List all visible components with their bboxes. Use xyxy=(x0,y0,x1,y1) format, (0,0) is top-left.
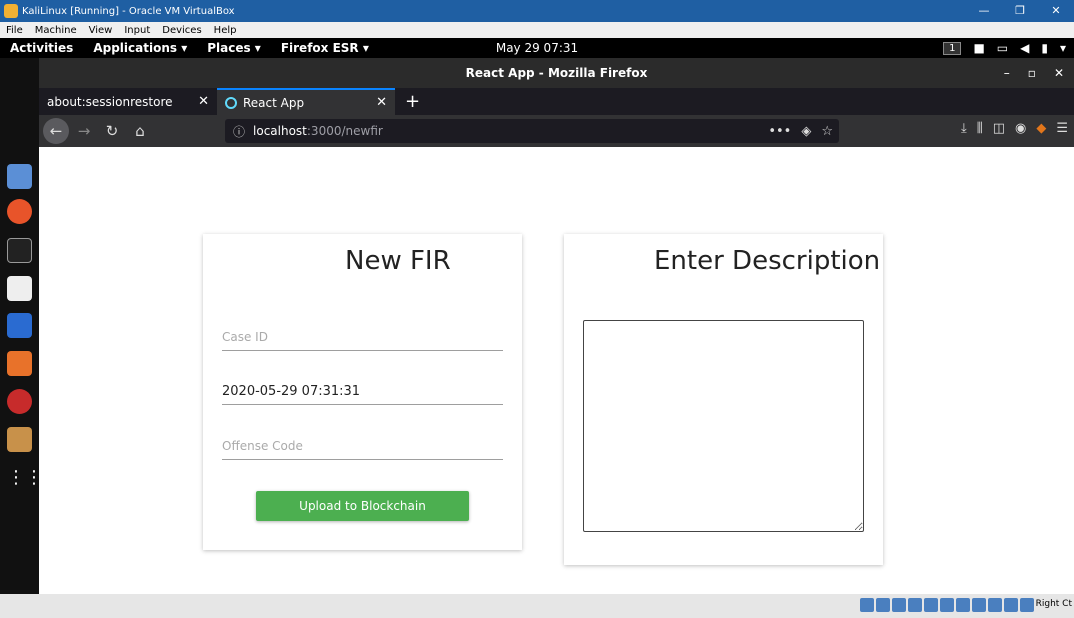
recording-icon[interactable] xyxy=(972,598,986,612)
gnome-topbar: Activities Applications ▾ Places ▾ Firef… xyxy=(0,38,1074,58)
page-actions-icon[interactable]: ••• xyxy=(768,124,791,139)
page-content: New FIR Case ID 2020-05-29 07:31:31 Offe… xyxy=(39,147,1074,594)
hamburger-menu-icon[interactable]: ☰ xyxy=(1056,121,1068,136)
clock[interactable]: May 29 07:31 xyxy=(496,41,578,55)
menu-file[interactable]: File xyxy=(0,25,29,36)
optical-drive-icon[interactable] xyxy=(876,598,890,612)
burpsuite-icon[interactable] xyxy=(7,351,32,376)
cpu-icon[interactable] xyxy=(988,598,1002,612)
activities-button[interactable]: Activities xyxy=(0,41,83,55)
firefox-icon[interactable] xyxy=(7,199,32,224)
library-icon[interactable]: ⫼ xyxy=(977,121,983,136)
tab-close-icon[interactable]: ✕ xyxy=(198,94,209,109)
shared-folders-icon[interactable] xyxy=(940,598,954,612)
text-editor-icon[interactable] xyxy=(7,276,32,301)
pocket-icon[interactable]: ◈ xyxy=(801,124,811,139)
description-card: Enter Description xyxy=(564,234,883,565)
display-icon[interactable]: ▭ xyxy=(997,41,1008,55)
vbox-titlebar: KaliLinux [Running] - Oracle VM VirtualB… xyxy=(0,0,1074,22)
host-key-label: Right Ct xyxy=(1035,599,1072,609)
chevron-down-icon[interactable]: ▾ xyxy=(1060,41,1066,55)
info-icon[interactable]: ⓘ xyxy=(233,123,245,140)
tab-close-icon[interactable]: ✕ xyxy=(376,95,387,110)
description-textarea[interactable] xyxy=(583,320,864,532)
cherrytree-icon[interactable] xyxy=(7,389,32,414)
menu-help[interactable]: Help xyxy=(208,25,243,36)
back-button[interactable]: ← xyxy=(43,118,69,144)
firefox-titlebar: React App - Mozilla Firefox – ▫ ✕ xyxy=(39,58,1074,88)
url-host: localhost xyxy=(253,124,307,138)
vbox-status-icons xyxy=(860,598,1034,612)
firefox-maximize-icon[interactable]: ▫ xyxy=(1028,58,1036,88)
new-tab-button[interactable]: + xyxy=(395,88,430,115)
workspace-indicator[interactable]: 1 xyxy=(943,41,962,55)
new-fir-card: New FIR Case ID 2020-05-29 07:31:31 Offe… xyxy=(203,234,522,550)
bookmark-star-icon[interactable]: ☆ xyxy=(821,124,833,139)
case-id-input[interactable]: Case ID xyxy=(222,326,503,351)
upload-to-blockchain-button[interactable]: Upload to Blockchain xyxy=(256,491,469,521)
video-icon[interactable]: ■ xyxy=(973,41,984,55)
display-status-icon[interactable] xyxy=(956,598,970,612)
tab-react-app[interactable]: React App ✕ xyxy=(217,88,395,115)
places-menu[interactable]: Places ▾ xyxy=(197,41,271,55)
forward-button[interactable]: → xyxy=(71,118,97,144)
vbox-menubar: File Machine View Input Devices Help xyxy=(0,22,1074,38)
tab-label: React App xyxy=(243,95,305,110)
vbox-window-controls: — ❐ ✕ xyxy=(966,0,1074,22)
menu-devices[interactable]: Devices xyxy=(156,25,207,36)
files-icon[interactable] xyxy=(7,164,32,189)
vbox-statusbar: Right Ct xyxy=(0,594,1074,618)
metamask-icon[interactable]: ◆ xyxy=(1036,121,1046,136)
system-tray: 1 ■ ▭ ◀ ▮ ▾ xyxy=(943,41,1066,55)
terminal-icon[interactable] xyxy=(7,238,32,263)
hdd-icon[interactable] xyxy=(860,598,874,612)
tab-sessionrestore[interactable]: about:sessionrestore ✕ xyxy=(39,88,217,115)
applications-menu[interactable]: Applications ▾ xyxy=(83,41,197,55)
urlbar-actions: ••• ◈ ☆ xyxy=(768,124,833,139)
react-icon xyxy=(225,96,237,109)
firefox-minimize-icon[interactable]: – xyxy=(1004,58,1010,88)
firefox-window-title: React App - Mozilla Firefox xyxy=(465,66,648,80)
url-path: :3000/newfir xyxy=(306,124,383,138)
vbox-window-title: KaliLinux [Running] - Oracle VM VirtualB… xyxy=(22,5,235,17)
account-icon[interactable]: ◉ xyxy=(1015,121,1026,136)
firefox-close-icon[interactable]: ✕ xyxy=(1054,58,1064,88)
menu-machine[interactable]: Machine xyxy=(29,25,83,36)
sidebar-icon[interactable]: ◫ xyxy=(993,121,1005,136)
usb-icon[interactable] xyxy=(924,598,938,612)
network-icon[interactable] xyxy=(908,598,922,612)
package-icon[interactable] xyxy=(7,427,32,452)
dock: ⋮⋮ xyxy=(0,58,43,594)
volume-icon[interactable]: ◀ xyxy=(1020,41,1029,55)
toolbar-icons: ⤓ ⫼ ◫ ◉ ◆ ☰ xyxy=(961,121,1068,136)
menu-input[interactable]: Input xyxy=(118,25,156,36)
offense-code-input[interactable]: Offense Code xyxy=(222,435,503,460)
datetime-input[interactable]: 2020-05-29 07:31:31 xyxy=(222,380,503,405)
restore-button[interactable]: ❐ xyxy=(1002,0,1038,22)
app-grid-icon[interactable]: ⋮⋮ xyxy=(7,465,43,490)
url-bar[interactable]: ⓘ localhost:3000/newfir ••• ◈ ☆ xyxy=(225,119,839,143)
keyboard-icon[interactable] xyxy=(1020,598,1034,612)
close-button[interactable]: ✕ xyxy=(1038,0,1074,22)
tab-bar: about:sessionrestore ✕ React App ✕ + xyxy=(39,88,1074,115)
metasploit-icon[interactable] xyxy=(7,313,32,338)
mouse-integration-icon[interactable] xyxy=(1004,598,1018,612)
nav-bar: ← → ↻ ⌂ ⓘ localhost:3000/newfir ••• ◈ ☆ … xyxy=(39,115,1074,147)
virtualbox-logo-icon xyxy=(4,4,18,18)
enter-description-title: Enter Description xyxy=(654,246,881,276)
battery-icon[interactable]: ▮ xyxy=(1041,41,1048,55)
reload-button[interactable]: ↻ xyxy=(99,118,125,144)
tab-label: about:sessionrestore xyxy=(47,94,173,109)
menu-view[interactable]: View xyxy=(83,25,119,36)
new-fir-title: New FIR xyxy=(345,246,451,276)
downloads-icon[interactable]: ⤓ xyxy=(961,121,967,136)
audio-icon[interactable] xyxy=(892,598,906,612)
firefox-window-controls: – ▫ ✕ xyxy=(1004,58,1064,88)
minimize-button[interactable]: — xyxy=(966,0,1002,22)
firefox-app-menu[interactable]: Firefox ESR ▾ xyxy=(271,41,379,55)
home-button[interactable]: ⌂ xyxy=(127,118,153,144)
